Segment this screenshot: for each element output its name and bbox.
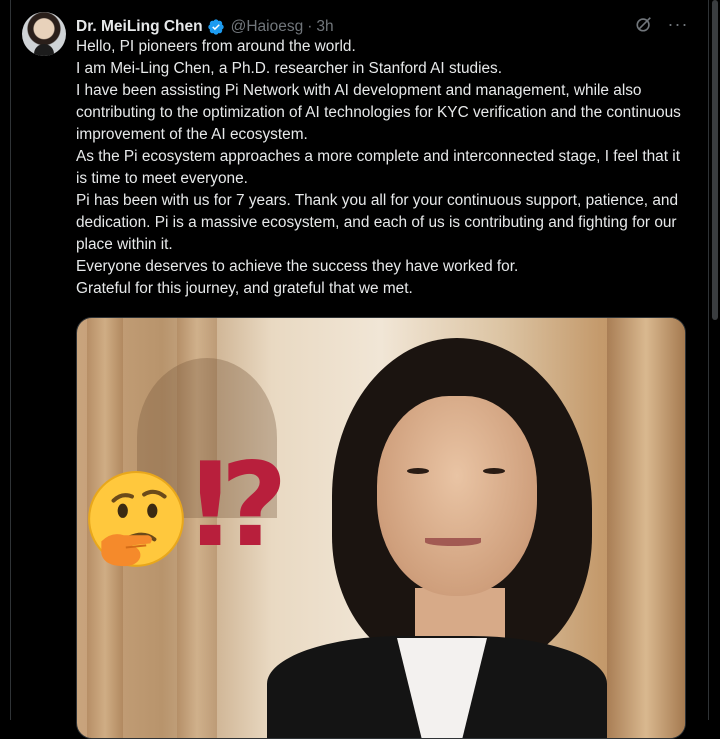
grok-icon[interactable] [634,14,654,34]
tweet-text: Hello, PI pioneers from around the world… [76,36,688,300]
portrait-eye [407,468,429,474]
avatar[interactable] [22,12,66,56]
thinking-face-icon [85,470,187,576]
tweet-paragraph: Everyone deserves to achieve the success… [76,258,519,275]
left-border [10,0,11,720]
tweet-paragraph: As the Pi ecosystem approaches a more co… [76,148,680,187]
portrait-eye [483,468,505,474]
more-options-icon[interactable]: ··· [668,14,688,34]
scrollbar[interactable] [712,0,718,320]
tweet-paragraph: Pi has been with us for 7 years. Thank y… [76,192,679,253]
separator-dot: · [307,18,313,35]
interrobang-overlay: ⁉ [192,438,288,573]
tweet-paragraph: I am Mei-Ling Chen, a Ph.D. researcher i… [76,60,503,77]
right-border [708,0,709,720]
tweet-paragraph: I have been assisting Pi Network with AI… [76,82,681,143]
portrait-face [377,396,537,596]
verified-badge-icon [207,18,225,36]
portrait-mouth [425,538,481,546]
foreground-pillar [607,318,685,738]
tweet-actions: ··· [634,14,688,34]
tweet-header: Dr. MeiLing Chen @Haioesg · 3h [76,16,334,38]
author-handle[interactable]: @Haioesg [231,18,304,36]
tweet-paragraph: Grateful for this journey, and grateful … [76,280,413,297]
tweet-photo[interactable]: ⁉ [76,317,686,739]
author-name[interactable]: Dr. MeiLing Chen [76,18,203,36]
tweet-paragraph: Hello, PI pioneers from around the world… [76,38,356,55]
timestamp[interactable]: 3h [316,18,333,36]
